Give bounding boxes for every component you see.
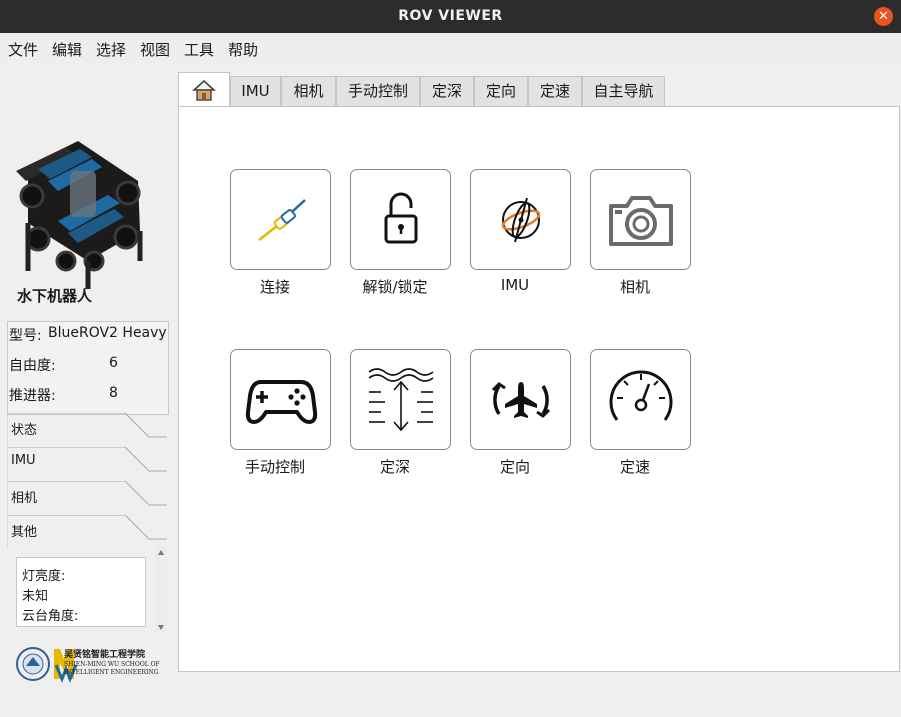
close-icon[interactable]: ✕ (874, 7, 893, 26)
connect-plug-icon (258, 199, 306, 241)
imu-button[interactable] (470, 169, 571, 270)
tab-speed-hold[interactable]: 定速 (528, 76, 582, 106)
section-imu-label: IMU (11, 453, 36, 468)
section-status-label: 状态 (11, 423, 38, 438)
imu-label: IMU (500, 276, 530, 294)
speed-hold-label: 定速 (619, 458, 650, 476)
manual-control-label: 手动控制 (244, 458, 305, 476)
manual-control-button[interactable] (230, 349, 331, 450)
menu-edit[interactable]: 编辑 (52, 39, 82, 60)
tab-heading-hold[interactable]: 定向 (474, 76, 528, 106)
connect-label: 连接 (259, 278, 290, 296)
home-panel: 连接 解锁/锁定 IMU 相机 手动控制 定深 定向 定速 (178, 106, 900, 672)
model-label: 型号: (9, 328, 42, 344)
speedometer-icon (609, 370, 673, 421)
thrusters-label: 推进器: (9, 388, 56, 404)
gamepad-icon (245, 380, 318, 424)
scroll-arrows-icon (158, 550, 164, 630)
menu-tools[interactable]: 工具 (184, 39, 214, 60)
menu-view[interactable]: 视图 (140, 39, 170, 60)
unlock-padlock-icon (384, 192, 418, 244)
menu-help[interactable]: 帮助 (228, 39, 258, 60)
home-icon (191, 79, 217, 101)
tab-imu[interactable]: IMU (230, 76, 281, 106)
depth-hold-button[interactable] (350, 349, 451, 450)
gyroscope-icon (501, 197, 541, 243)
other-status-box: 灯亮度: 未知 云台角度: (16, 557, 146, 627)
light-brightness-value: 未知 (22, 589, 49, 604)
left-panel: 水下机器人 型号: BlueROV2 Heavy 自由度: 6 推进器: 8 状… (0, 63, 176, 717)
connect-button[interactable] (230, 169, 331, 270)
rov-image (16, 141, 143, 289)
model-value: BlueROV2 Heavy (48, 325, 167, 341)
camera-icon (609, 196, 673, 246)
depth-hold-icon (368, 368, 434, 432)
school-logos: 吴贤铭智能工程学院 SHIEN-MING WU SCHOOL OF INTELL… (16, 641, 166, 687)
menu-select[interactable]: 选择 (96, 39, 126, 60)
school-name-en-1: SHIEN-MING WU SCHOOL OF (64, 661, 160, 668)
left-panel-scrollbar[interactable] (155, 547, 167, 633)
section-camera[interactable]: 相机 (7, 481, 167, 515)
robot-info-box: 型号: BlueROV2 Heavy 自由度: 6 推进器: 8 (7, 321, 169, 415)
unlock-lock-label: 解锁/锁定 (362, 278, 428, 296)
tab-depth-hold[interactable]: 定深 (420, 76, 474, 106)
camera-button[interactable] (590, 169, 691, 270)
robot-title: 水下机器人 (17, 287, 93, 305)
heading-hold-icon (491, 382, 551, 418)
tab-manual-control[interactable]: 手动控制 (336, 76, 420, 106)
dof-label: 自由度: (9, 358, 56, 374)
section-status[interactable]: 状态 (7, 413, 167, 447)
depth-hold-label: 定深 (379, 458, 410, 476)
tab-auto-navigation[interactable]: 自主导航 (582, 76, 665, 106)
window-title: ROV VIEWER (398, 8, 503, 24)
thrusters-value: 8 (109, 385, 118, 401)
tab-camera[interactable]: 相机 (281, 76, 336, 106)
title-bar: ROV VIEWER ✕ (0, 0, 901, 33)
camera-label: 相机 (619, 278, 650, 296)
heading-hold-label: 定向 (499, 458, 530, 476)
tab-home[interactable] (178, 72, 230, 107)
light-brightness-label: 灯亮度: (22, 569, 66, 584)
section-camera-label: 相机 (11, 491, 38, 506)
speed-hold-button[interactable] (590, 349, 691, 450)
section-other-label: 其他 (11, 525, 38, 540)
dof-value: 6 (109, 355, 118, 371)
school-name-cn: 吴贤铭智能工程学院 (64, 650, 146, 660)
section-imu[interactable]: IMU (7, 447, 167, 481)
menu-bar: 文件 编辑 选择 视图 工具 帮助 (0, 33, 901, 63)
unlock-lock-button[interactable] (350, 169, 451, 270)
section-other[interactable]: 其他 (7, 515, 167, 549)
gimbal-angle-label: 云台角度: (22, 609, 79, 624)
school-name-en-2: INTELLIGENT ENGINEERING (64, 669, 159, 676)
heading-hold-button[interactable] (470, 349, 571, 450)
menu-file[interactable]: 文件 (8, 39, 38, 60)
